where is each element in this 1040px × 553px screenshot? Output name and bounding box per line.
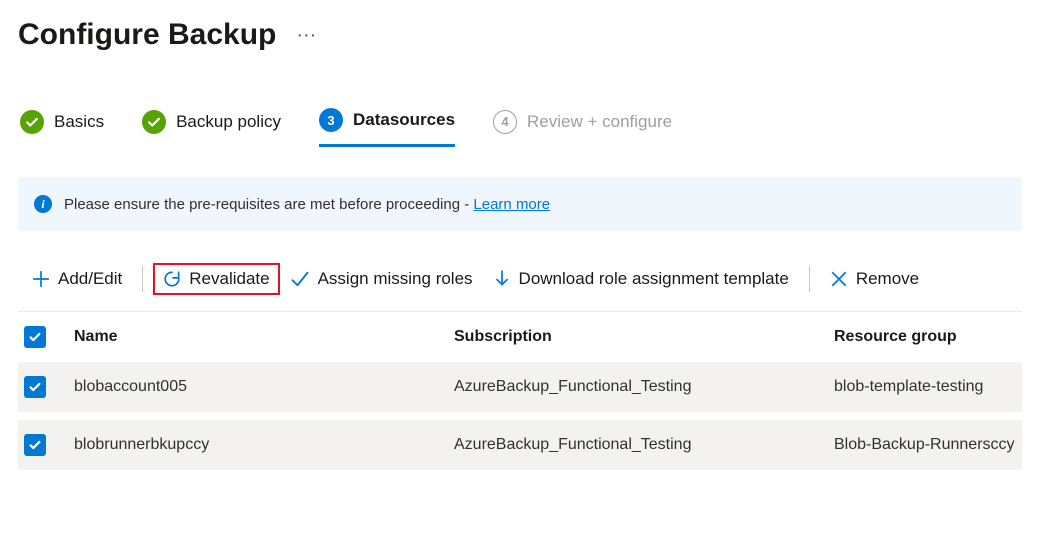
add-edit-button[interactable]: Add/Edit (22, 263, 132, 295)
download-template-button[interactable]: Download role assignment template (483, 263, 799, 295)
cell-name: blobrunnerbkupccy (74, 436, 454, 454)
cell-resource-group: blob-template-testing (834, 378, 1016, 396)
datasource-table: Name Subscription Resource group blobacc… (18, 311, 1022, 478)
cell-subscription: AzureBackup_Functional_Testing (454, 378, 834, 396)
button-label: Assign missing roles (318, 269, 473, 289)
col-subscription: Subscription (454, 328, 834, 346)
step-datasources[interactable]: 3 Datasources (319, 106, 455, 147)
table-header: Name Subscription Resource group (18, 312, 1022, 362)
button-label: Remove (856, 269, 919, 289)
step-number-icon: 3 (319, 108, 343, 132)
step-label: Datasources (353, 110, 455, 130)
page-title: Configure Backup (18, 18, 276, 52)
revalidate-button[interactable]: Revalidate (153, 263, 279, 295)
step-tabs: Basics Backup policy 3 Datasources 4 Rev… (18, 106, 1022, 155)
step-backup-policy[interactable]: Backup policy (142, 108, 281, 146)
assign-roles-button[interactable]: Assign missing roles (280, 263, 483, 295)
row-checkbox[interactable] (24, 434, 46, 456)
download-icon (493, 270, 511, 288)
x-icon (830, 270, 848, 288)
step-number-icon: 4 (493, 110, 517, 134)
learn-more-link[interactable]: Learn more (473, 196, 550, 213)
step-label: Basics (54, 112, 104, 132)
checkmark-icon (142, 110, 166, 134)
checkmark-icon (20, 110, 44, 134)
row-checkbox[interactable] (24, 376, 46, 398)
step-label: Backup policy (176, 112, 281, 132)
ellipsis-icon[interactable]: ··· (296, 24, 316, 47)
info-icon: i (34, 195, 52, 213)
checkmark-icon (290, 269, 310, 289)
button-label: Add/Edit (58, 269, 122, 289)
remove-button[interactable]: Remove (820, 263, 929, 295)
info-text: Please ensure the pre-requisites are met… (64, 196, 550, 213)
cell-name: blobaccount005 (74, 378, 454, 396)
plus-icon (32, 270, 50, 288)
cell-subscription: AzureBackup_Functional_Testing (454, 436, 834, 454)
separator (142, 266, 143, 292)
refresh-icon (163, 270, 181, 288)
col-resource-group: Resource group (834, 328, 1016, 346)
col-name: Name (74, 328, 454, 346)
cell-resource-group: Blob-Backup-Runnersccy (834, 436, 1016, 454)
table-row[interactable]: blobaccount005 AzureBackup_Functional_Te… (18, 362, 1022, 420)
toolbar: Add/Edit Revalidate Assign missing roles… (18, 263, 1022, 303)
step-label: Review + configure (527, 112, 672, 132)
select-all-checkbox[interactable] (24, 326, 46, 348)
step-review-configure[interactable]: 4 Review + configure (493, 108, 672, 146)
info-banner: i Please ensure the pre-requisites are m… (18, 177, 1022, 231)
separator (809, 266, 810, 292)
button-label: Download role assignment template (519, 269, 789, 289)
step-basics[interactable]: Basics (20, 108, 104, 146)
button-label: Revalidate (189, 269, 269, 289)
table-row[interactable]: blobrunnerbkupccy AzureBackup_Functional… (18, 420, 1022, 478)
